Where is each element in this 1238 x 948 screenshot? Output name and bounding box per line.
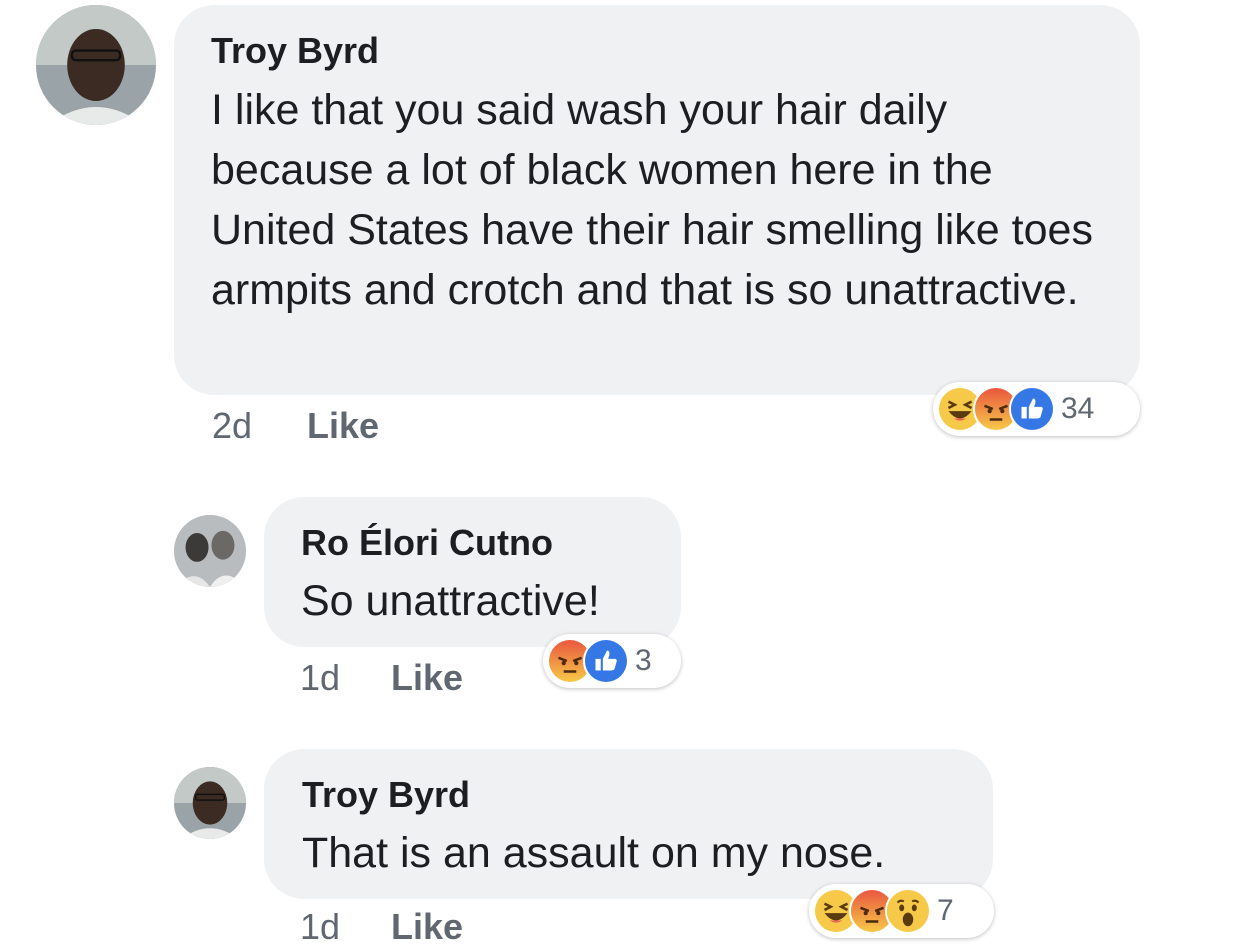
like-button[interactable]: Like [307,405,379,447]
avatar[interactable] [174,515,246,587]
like-button[interactable]: Like [391,657,463,699]
reaction-count: 34 [1061,392,1095,425]
reaction-count: 7 [937,894,954,927]
comment-timestamp[interactable]: 2d [212,405,252,447]
like-icon [1009,386,1055,432]
reaction-count: 3 [635,644,652,677]
profile-photo-icon [36,5,156,125]
comment-text: That is an assault on my nose. [302,829,886,877]
comment-timestamp[interactable]: 1d [300,906,340,948]
comment-timestamp[interactable]: 1d [300,657,340,699]
comment-author[interactable]: Ro Élori Cutno [301,522,553,564]
comment-author[interactable]: Troy Byrd [211,30,379,72]
wow-icon [885,888,931,934]
avatar[interactable] [174,767,246,839]
comment-text: So unattractive! [301,577,600,625]
like-icon [583,638,629,684]
reaction-summary[interactable]: 34 [933,382,1140,436]
comment-text: I like that you said wash your hair dail… [211,86,1093,314]
comment-author[interactable]: Troy Byrd [302,774,470,816]
avatar[interactable] [36,5,156,125]
profile-photo-icon [174,515,246,587]
reaction-summary[interactable]: 7 [809,884,994,938]
reaction-summary[interactable]: 3 [543,634,681,688]
like-button[interactable]: Like [391,906,463,948]
profile-photo-icon [174,767,246,839]
